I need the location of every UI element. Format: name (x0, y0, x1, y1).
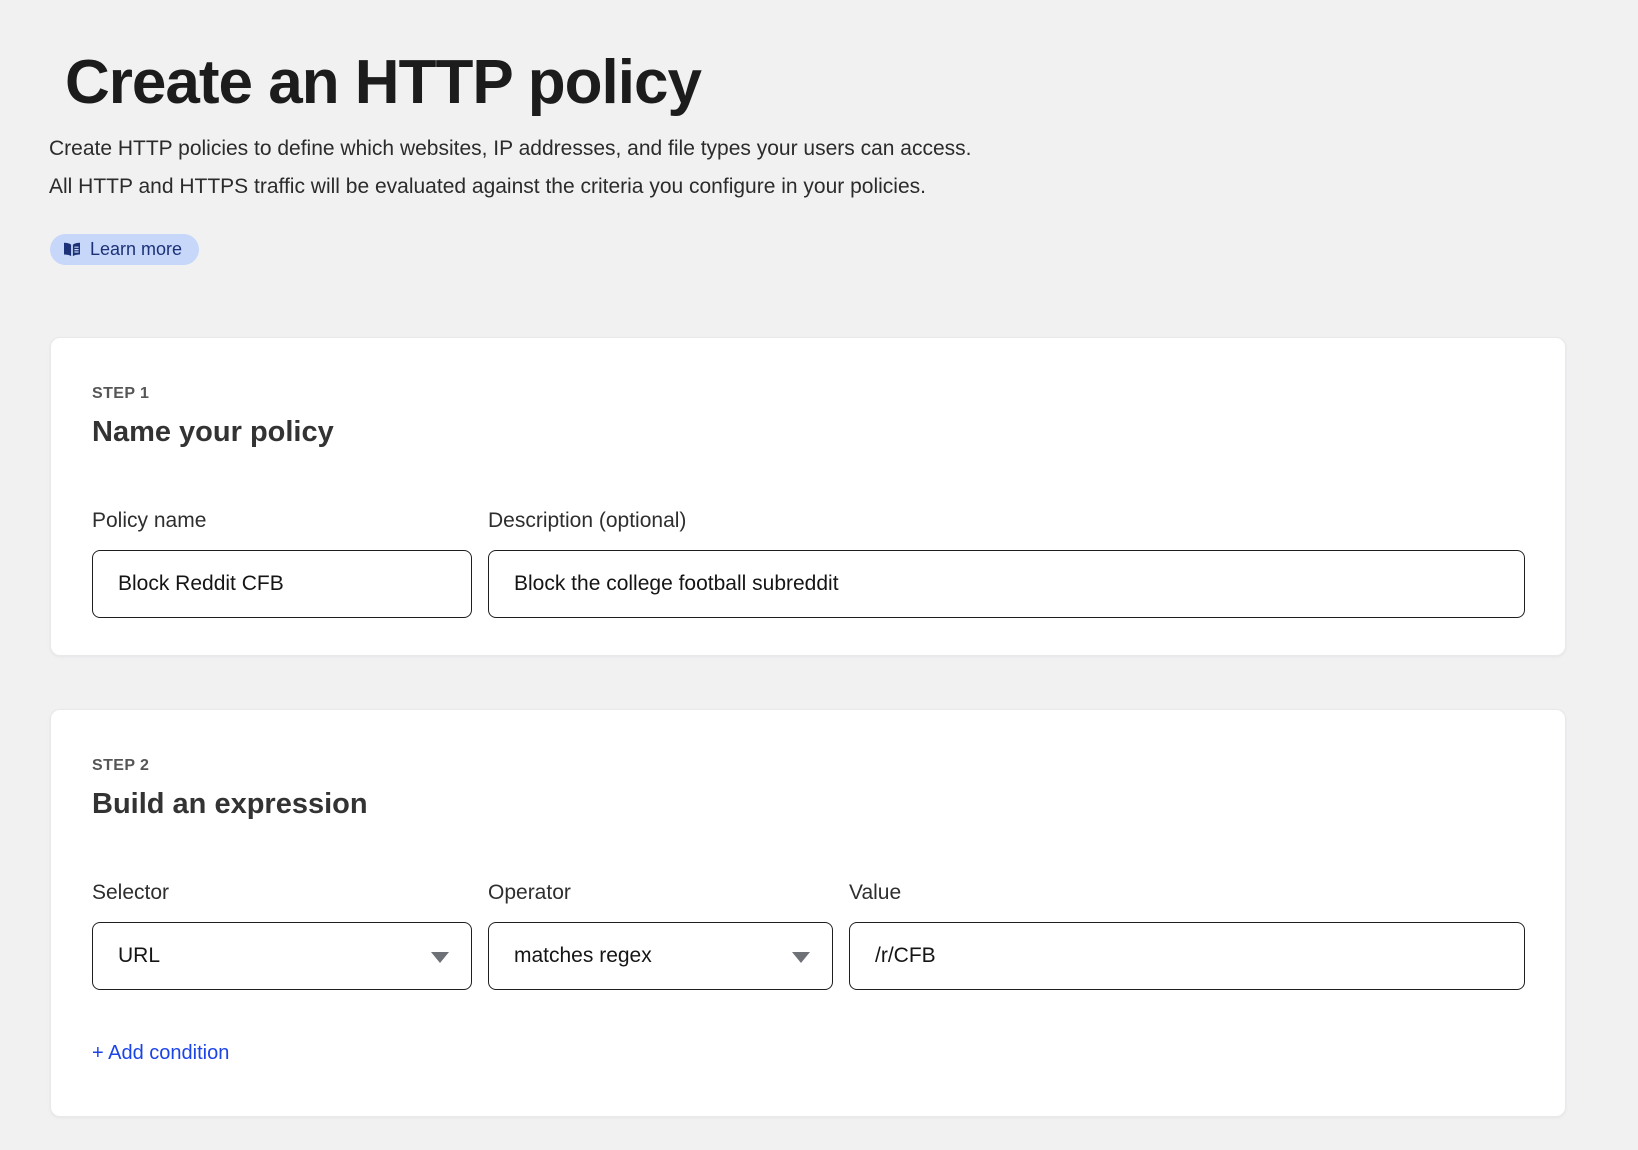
step1-label: STEP 1 (92, 384, 1525, 403)
step2-label: STEP 2 (92, 756, 1525, 775)
policy-name-input[interactable] (92, 550, 472, 618)
selector-label: Selector (92, 881, 472, 905)
selector-field-group: Selector URL (92, 881, 472, 990)
page-title: Create an HTTP policy (0, 0, 1638, 115)
expression-builder-row: Selector URL Operator matches regex Valu… (92, 881, 1525, 990)
open-book-icon (63, 242, 81, 257)
step1-fields-row: Policy name Description (optional) (92, 509, 1525, 618)
selector-dropdown[interactable]: URL (92, 922, 472, 990)
value-field-group: Value (849, 881, 1525, 990)
learn-more-label: Learn more (90, 239, 182, 260)
operator-field-group: Operator matches regex (488, 881, 833, 990)
value-label: Value (849, 881, 1525, 905)
page-description: Create HTTP policies to define which web… (49, 130, 1638, 206)
value-input[interactable] (849, 922, 1525, 990)
caret-down-icon (792, 952, 810, 963)
page-description-line1: Create HTTP policies to define which web… (49, 130, 1638, 168)
description-label: Description (optional) (488, 509, 1525, 533)
learn-more-button[interactable]: Learn more (50, 234, 199, 265)
policy-name-label: Policy name (92, 509, 472, 533)
policy-name-field-group: Policy name (92, 509, 472, 618)
page-description-line2: All HTTP and HTTPS traffic will be evalu… (49, 168, 1638, 206)
description-field-group: Description (optional) (488, 509, 1525, 618)
step1-card: STEP 1 Name your policy Policy name Desc… (50, 337, 1566, 656)
step2-card: STEP 2 Build an expression Selector URL … (50, 709, 1566, 1117)
create-http-policy-page: Create an HTTP policy Create HTTP polici… (0, 0, 1638, 1150)
add-condition-link[interactable]: + Add condition (92, 1041, 229, 1065)
operator-label: Operator (488, 881, 833, 905)
description-input[interactable] (488, 550, 1525, 618)
operator-dropdown-value: matches regex (514, 944, 652, 968)
caret-down-icon (431, 952, 449, 963)
selector-dropdown-value: URL (118, 944, 160, 968)
operator-dropdown[interactable]: matches regex (488, 922, 833, 990)
step2-heading: Build an expression (92, 787, 1525, 821)
step1-heading: Name your policy (92, 415, 1525, 449)
